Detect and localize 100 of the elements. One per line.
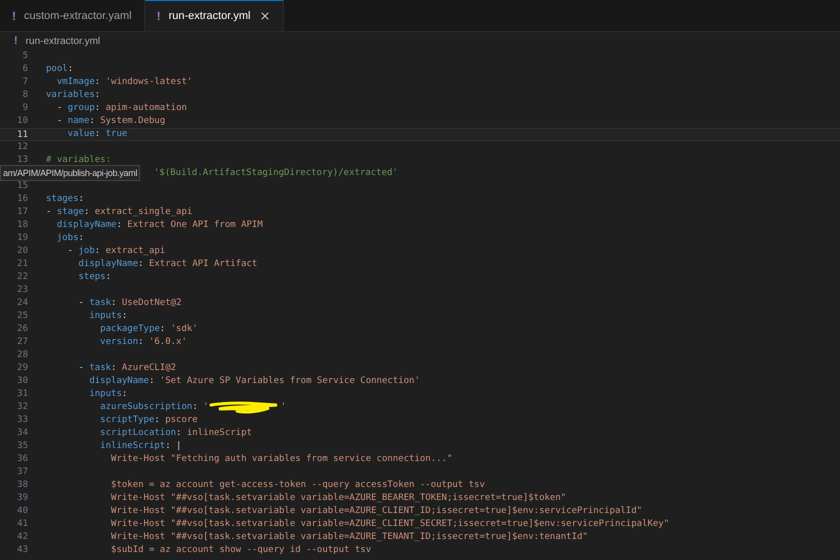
line-number: 29 bbox=[17, 363, 28, 373]
line-number: 20 bbox=[17, 246, 28, 256]
code-token: AzureCLI@2 bbox=[122, 362, 176, 375]
tooltip: am/APIM/APIM/publish-api-job.yaml bbox=[0, 165, 140, 181]
line-number: 19 bbox=[17, 233, 28, 243]
code-token: pool bbox=[46, 63, 68, 76]
line-number: 30 bbox=[17, 376, 28, 386]
code-token: System.Debug bbox=[100, 115, 166, 128]
line-number: 22 bbox=[17, 272, 28, 282]
line-number: 35 bbox=[17, 441, 28, 451]
code-token: steps bbox=[78, 271, 106, 284]
code-token: : bbox=[192, 401, 199, 414]
code-token: inlineScript bbox=[186, 427, 252, 440]
line-number: 10 bbox=[17, 116, 28, 126]
code-token: : bbox=[78, 232, 84, 245]
code-token: displayName bbox=[88, 375, 149, 388]
code-token: : bbox=[84, 206, 90, 219]
code-token: name bbox=[68, 115, 90, 128]
code-token: scriptType bbox=[99, 414, 154, 427]
line-number: 21 bbox=[17, 259, 28, 269]
code-token: $subId = az account show --query id --output tsv bbox=[110, 544, 372, 557]
code-token: inlineScript bbox=[99, 440, 166, 453]
line-number: 12 bbox=[17, 142, 28, 152]
code-token: extract_api bbox=[106, 245, 166, 258]
code-token: : bbox=[122, 388, 128, 401]
line-number: 11 bbox=[17, 130, 28, 140]
code-token: stages bbox=[46, 193, 79, 206]
line-number: 16 bbox=[17, 194, 28, 204]
line-number: 9 bbox=[22, 103, 28, 113]
code-token: : bbox=[111, 362, 118, 375]
code-token: pscore bbox=[165, 414, 198, 427]
code-token: '6.0.x' bbox=[148, 336, 187, 349]
code-token: : bbox=[160, 323, 166, 336]
code-token: : bbox=[176, 427, 182, 440]
code-token: : bbox=[68, 63, 74, 76]
code-token: job bbox=[78, 245, 95, 258]
line-number: 24 bbox=[17, 298, 28, 308]
code-token: - bbox=[56, 102, 64, 115]
code-token: displayName bbox=[78, 258, 138, 271]
code-token: extract_single_api bbox=[94, 206, 192, 219]
line-number: 38 bbox=[17, 480, 28, 490]
code-token: : bbox=[148, 375, 156, 388]
code-token: : bbox=[94, 76, 102, 89]
code-token: - bbox=[56, 115, 64, 128]
code-comment: # variables: bbox=[46, 154, 112, 167]
line-number: 8 bbox=[22, 90, 28, 100]
code-token: : bbox=[138, 258, 145, 271]
line-number: 39 bbox=[17, 493, 28, 503]
code-token: : bbox=[122, 310, 128, 323]
line-number: 40 bbox=[17, 506, 28, 516]
line-number: 37 bbox=[17, 467, 28, 477]
code-token: - bbox=[66, 245, 74, 258]
yaml-file-icon: ! bbox=[14, 32, 18, 50]
code-token: - bbox=[78, 362, 85, 375]
line-number: 42 bbox=[17, 532, 28, 542]
line-number: 43 bbox=[17, 545, 28, 555]
code-token: : bbox=[94, 102, 102, 115]
line-number: 34 bbox=[17, 428, 28, 438]
code-token: variables bbox=[46, 89, 95, 102]
code-token: ' bbox=[280, 401, 286, 414]
code-token: jobs bbox=[56, 232, 79, 245]
code-token: displayName bbox=[56, 219, 116, 232]
code-token: : bbox=[89, 115, 96, 128]
code-token: apim-automation bbox=[106, 102, 187, 115]
code-token: : bbox=[154, 414, 161, 427]
code-token: : bbox=[106, 271, 112, 284]
code-token: Write-Host "Fetching auth variables from service connection..." bbox=[110, 453, 452, 466]
code-token: Extract One API from APIM bbox=[127, 219, 263, 232]
code-token: inputs bbox=[88, 310, 122, 323]
code-token: group bbox=[68, 102, 95, 115]
code-token: 'windows-latest' bbox=[106, 76, 192, 89]
close-icon[interactable] bbox=[258, 10, 271, 22]
line-number: 15 bbox=[17, 181, 28, 191]
line-number: 5 bbox=[22, 51, 28, 61]
line-number: 31 bbox=[17, 389, 28, 399]
line-number: 28 bbox=[17, 350, 28, 360]
code-token: : bbox=[111, 297, 118, 310]
editor-tab[interactable]: ! run-extractor.yml bbox=[144, 0, 284, 31]
breadcrumb-item[interactable]: run-extractor.yml bbox=[26, 34, 100, 48]
code-token: Write-Host "##vso[task.setvariable variable=AZURE_TENANT_ID;issecret=true]$env:tenantId" bbox=[110, 531, 588, 544]
line-number: 6 bbox=[22, 64, 28, 74]
code-token: : bbox=[138, 336, 145, 349]
code-token: true bbox=[106, 128, 128, 141]
code-token: $token = az account get-access-token --query accessToken --output tsv bbox=[110, 479, 485, 492]
line-number: 13 bbox=[17, 155, 28, 165]
code-token: UseDotNet@2 bbox=[122, 297, 182, 310]
code-token: task bbox=[89, 297, 112, 310]
code-token: : bbox=[94, 89, 100, 102]
code-token: - bbox=[46, 206, 52, 219]
line-number: 7 bbox=[22, 77, 28, 87]
line-number: 23 bbox=[17, 285, 28, 295]
yaml-file-icon: ! bbox=[12, 7, 16, 25]
code-token: ' bbox=[203, 401, 209, 414]
code-token: vmImage bbox=[56, 76, 95, 89]
code-token: azureSubscription bbox=[99, 401, 192, 414]
line-number: 41 bbox=[17, 519, 28, 529]
code-token: : bbox=[94, 128, 102, 141]
line-number: 17 bbox=[17, 207, 28, 217]
line-number: 18 bbox=[17, 220, 28, 230]
code-token: Extract API Artifact bbox=[148, 258, 258, 271]
